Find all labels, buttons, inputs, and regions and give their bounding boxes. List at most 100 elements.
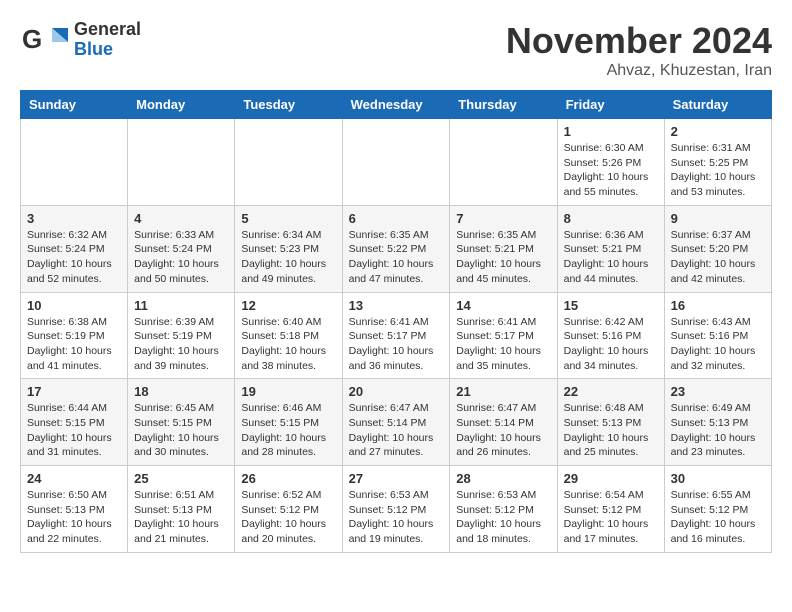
page-header: G General Blue November 2024 Ahvaz, Khuz… — [20, 20, 772, 80]
day-info: Sunrise: 6:42 AMSunset: 5:16 PMDaylight:… — [564, 315, 658, 374]
day-info: Sunrise: 6:46 AMSunset: 5:15 PMDaylight:… — [241, 401, 335, 460]
day-info: Sunrise: 6:45 AMSunset: 5:15 PMDaylight:… — [134, 401, 228, 460]
calendar-cell: 18Sunrise: 6:45 AMSunset: 5:15 PMDayligh… — [128, 379, 235, 466]
location-text: Ahvaz, Khuzestan, Iran — [506, 62, 772, 80]
calendar-cell: 2 Sunrise: 6:31 AMSunset: 5:25 PMDaylight… — [664, 119, 771, 206]
day-number: 27 — [349, 471, 444, 486]
calendar-cell: 20Sunrise: 6:47 AMSunset: 5:14 PMDayligh… — [342, 379, 450, 466]
calendar-cell: 29 Sunrise: 6:54 AMSunset: 5:12 PMDayligh… — [557, 466, 664, 553]
calendar-week-row: 10 Sunrise: 6:38 AMSunset: 5:19 PMDayligh… — [21, 292, 772, 379]
day-number: 8 — [564, 211, 658, 226]
day-number: 1 — [564, 124, 658, 139]
day-info: Sunrise: 6:35 AMSunset: 5:21 PMDaylight:… — [456, 228, 550, 287]
day-info: Sunrise: 6:44 AMSunset: 5:15 PMDaylight:… — [27, 401, 121, 460]
weekday-header-friday: Friday — [557, 91, 664, 119]
day-info: Sunrise: 6:30 AMSunset: 5:26 PMDaylight:… — [564, 141, 658, 200]
day-number: 4 — [134, 211, 228, 226]
day-number: 21 — [456, 384, 550, 399]
day-info: Sunrise: 6:52 AMSunset: 5:12 PMDaylight:… — [241, 488, 335, 547]
calendar-week-row: 17Sunrise: 6:44 AMSunset: 5:15 PMDayligh… — [21, 379, 772, 466]
day-info: Sunrise: 6:40 AMSunset: 5:18 PMDaylight:… — [241, 315, 335, 374]
calendar-cell: 5 Sunrise: 6:34 AMSunset: 5:23 PMDaylight… — [235, 205, 342, 292]
calendar-cell — [21, 119, 128, 206]
calendar-cell: 22 Sunrise: 6:48 AMSunset: 5:13 PMDayligh… — [557, 379, 664, 466]
day-info: Sunrise: 6:55 AMSunset: 5:12 PMDaylight:… — [671, 488, 765, 547]
weekday-header-thursday: Thursday — [450, 91, 557, 119]
day-info: Sunrise: 6:41 AMSunset: 5:17 PMDaylight:… — [456, 315, 550, 374]
day-number: 10 — [27, 298, 121, 313]
day-number: 9 — [671, 211, 765, 226]
calendar-cell: 30 Sunrise: 6:55 AMSunset: 5:12 PMDayligh… — [664, 466, 771, 553]
calendar-cell: 14 Sunrise: 6:41 AMSunset: 5:17 PMDayligh… — [450, 292, 557, 379]
day-number: 30 — [671, 471, 765, 486]
day-number: 22 — [564, 384, 658, 399]
calendar-cell: 24Sunrise: 6:50 AMSunset: 5:13 PMDayligh… — [21, 466, 128, 553]
logo-icon: G — [20, 20, 70, 60]
svg-text:G: G — [22, 24, 42, 54]
day-number: 14 — [456, 298, 550, 313]
day-number: 28 — [456, 471, 550, 486]
calendar-cell: 21 Sunrise: 6:47 AMSunset: 5:14 PMDayligh… — [450, 379, 557, 466]
day-info: Sunrise: 6:39 AMSunset: 5:19 PMDaylight:… — [134, 315, 228, 374]
day-info: Sunrise: 6:34 AMSunset: 5:23 PMDaylight:… — [241, 228, 335, 287]
weekday-header-monday: Monday — [128, 91, 235, 119]
calendar-cell: 3 Sunrise: 6:32 AMSunset: 5:24 PMDaylight… — [21, 205, 128, 292]
day-number: 20 — [349, 384, 444, 399]
day-number: 23 — [671, 384, 765, 399]
day-number: 15 — [564, 298, 658, 313]
day-info: Sunrise: 6:43 AMSunset: 5:16 PMDaylight:… — [671, 315, 765, 374]
weekday-header-tuesday: Tuesday — [235, 91, 342, 119]
day-number: 19 — [241, 384, 335, 399]
day-number: 11 — [134, 298, 228, 313]
day-number: 3 — [27, 211, 121, 226]
calendar-cell: 1 Sunrise: 6:30 AMSunset: 5:26 PMDaylight… — [557, 119, 664, 206]
day-number: 24 — [27, 471, 121, 486]
calendar-cell: 8 Sunrise: 6:36 AMSunset: 5:21 PMDaylight… — [557, 205, 664, 292]
calendar-cell — [128, 119, 235, 206]
logo-text: General Blue — [74, 20, 141, 60]
day-number: 5 — [241, 211, 335, 226]
calendar-cell: 27 Sunrise: 6:53 AMSunset: 5:12 PMDayligh… — [342, 466, 450, 553]
day-number: 25 — [134, 471, 228, 486]
day-info: Sunrise: 6:48 AMSunset: 5:13 PMDaylight:… — [564, 401, 658, 460]
day-number: 16 — [671, 298, 765, 313]
day-number: 7 — [456, 211, 550, 226]
day-info: Sunrise: 6:33 AMSunset: 5:24 PMDaylight:… — [134, 228, 228, 287]
day-info: Sunrise: 6:35 AMSunset: 5:22 PMDaylight:… — [349, 228, 444, 287]
logo-general-text: General — [74, 20, 141, 40]
day-number: 2 — [671, 124, 765, 139]
calendar-cell: 25 Sunrise: 6:51 AMSunset: 5:13 PMDayligh… — [128, 466, 235, 553]
calendar-week-row: 24Sunrise: 6:50 AMSunset: 5:13 PMDayligh… — [21, 466, 772, 553]
calendar-cell — [342, 119, 450, 206]
day-info: Sunrise: 6:41 AMSunset: 5:17 PMDaylight:… — [349, 315, 444, 374]
day-info: Sunrise: 6:47 AMSunset: 5:14 PMDaylight:… — [456, 401, 550, 460]
weekday-header-row: SundayMondayTuesdayWednesdayThursdayFrid… — [21, 91, 772, 119]
calendar-table: SundayMondayTuesdayWednesdayThursdayFrid… — [20, 90, 772, 553]
weekday-header-saturday: Saturday — [664, 91, 771, 119]
weekday-header-wednesday: Wednesday — [342, 91, 450, 119]
logo-blue-text: Blue — [74, 40, 141, 60]
day-info: Sunrise: 6:54 AMSunset: 5:12 PMDaylight:… — [564, 488, 658, 547]
day-number: 29 — [564, 471, 658, 486]
day-info: Sunrise: 6:51 AMSunset: 5:13 PMDaylight:… — [134, 488, 228, 547]
calendar-cell — [450, 119, 557, 206]
day-info: Sunrise: 6:38 AMSunset: 5:19 PMDaylight:… — [27, 315, 121, 374]
calendar-cell: 17Sunrise: 6:44 AMSunset: 5:15 PMDayligh… — [21, 379, 128, 466]
weekday-header-sunday: Sunday — [21, 91, 128, 119]
day-info: Sunrise: 6:53 AMSunset: 5:12 PMDaylight:… — [349, 488, 444, 547]
day-info: Sunrise: 6:36 AMSunset: 5:21 PMDaylight:… — [564, 228, 658, 287]
calendar-cell — [235, 119, 342, 206]
calendar-cell: 6Sunrise: 6:35 AMSunset: 5:22 PMDaylight… — [342, 205, 450, 292]
calendar-cell: 9Sunrise: 6:37 AMSunset: 5:20 PMDaylight… — [664, 205, 771, 292]
day-info: Sunrise: 6:53 AMSunset: 5:12 PMDaylight:… — [456, 488, 550, 547]
day-info: Sunrise: 6:32 AMSunset: 5:24 PMDaylight:… — [27, 228, 121, 287]
calendar-cell: 26Sunrise: 6:52 AMSunset: 5:12 PMDayligh… — [235, 466, 342, 553]
day-number: 13 — [349, 298, 444, 313]
month-title: November 2024 — [506, 20, 772, 62]
calendar-cell: 12Sunrise: 6:40 AMSunset: 5:18 PMDayligh… — [235, 292, 342, 379]
day-info: Sunrise: 6:49 AMSunset: 5:13 PMDaylight:… — [671, 401, 765, 460]
logo: G General Blue — [20, 20, 141, 60]
calendar-cell: 10 Sunrise: 6:38 AMSunset: 5:19 PMDayligh… — [21, 292, 128, 379]
day-info: Sunrise: 6:31 AMSunset: 5:25 PMDaylight:… — [671, 141, 765, 200]
calendar-cell: 19 Sunrise: 6:46 AMSunset: 5:15 PMDayligh… — [235, 379, 342, 466]
